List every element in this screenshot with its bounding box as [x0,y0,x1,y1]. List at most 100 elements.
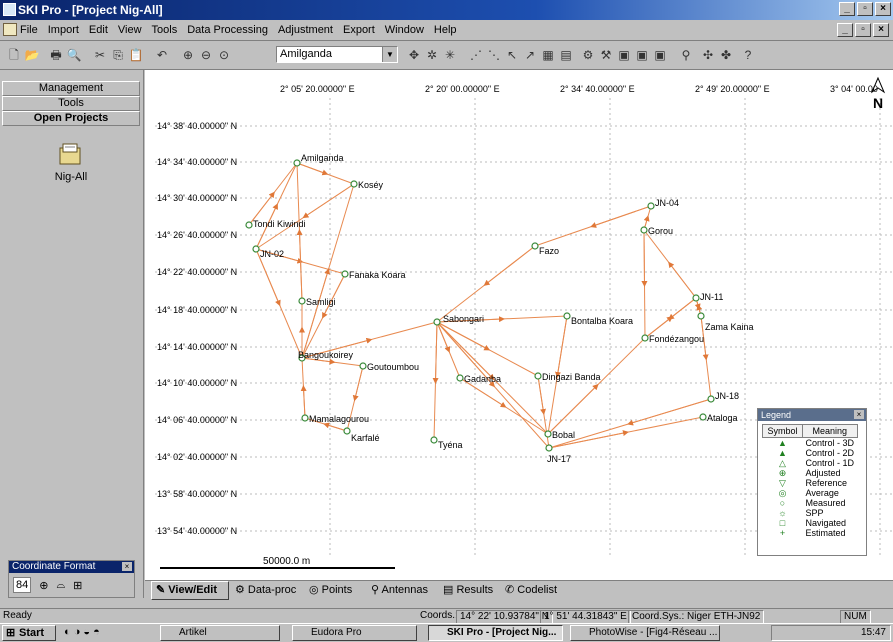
survey-point-marker[interactable] [343,427,351,435]
survey-point-marker[interactable] [647,202,655,210]
menu-adjustment[interactable]: Adjustment [278,24,333,36]
satellite-sky-icon[interactable]: ✳ [442,47,458,63]
survey-point-marker[interactable] [359,362,367,370]
task-photowise[interactable]: PhotoWise - [Fig4-Réseau ... [570,625,720,641]
survey-point-marker[interactable] [563,312,571,320]
print-preview-icon[interactable]: 🔍 [66,47,82,63]
close-icon[interactable]: × [854,410,864,419]
tab-results[interactable]: ▤ Results [439,583,493,598]
cut-icon[interactable]: ✂ [92,47,108,63]
menu-help[interactable]: Help [434,24,457,36]
vector-icon[interactable]: ↖ [504,47,520,63]
management-button[interactable]: Management [2,81,140,96]
survey-point-marker[interactable] [252,245,260,253]
survey-point-marker[interactable] [697,312,705,320]
view-c-icon[interactable]: ▣ [652,47,668,63]
project-select[interactable]: Amilganda ▼ [276,46,398,63]
menu-export[interactable]: Export [343,24,375,36]
start-button[interactable]: ⊞ Start [2,625,56,641]
survey-point-marker[interactable] [433,318,441,326]
locate-icon[interactable]: ✥ [406,47,422,63]
zoom-window-icon[interactable]: ⊙ [216,47,232,63]
view-b-icon[interactable]: ▣ [634,47,650,63]
close-icon[interactable]: × [122,562,132,571]
new-file-icon[interactable]: 🗋 [6,47,22,63]
survey-point-marker[interactable] [692,294,700,302]
globe-icon[interactable]: ⊕ [39,579,48,592]
quicklaunch-icons[interactable]: ◐ ◑ ◒ ◓ [64,626,100,638]
task-ski-pro[interactable]: SKI Pro - [Project Nig... [428,625,563,641]
grid-icon[interactable]: ▦ [540,47,556,63]
zoom-in-icon[interactable]: ⊕ [180,47,196,63]
task-eudora[interactable]: Eudora Pro [292,625,417,641]
edit-vector-icon[interactable]: ↗ [522,47,538,63]
tab-codelist[interactable]: ✆ Codelist [501,583,557,598]
coordinate-format-selected[interactable]: 84 [13,577,32,593]
antenna-icon[interactable]: ⚲ [678,47,694,63]
tab-view-edit[interactable]: ✎ View/Edit [151,581,229,600]
survey-point-marker[interactable] [430,436,438,444]
menu-data-processing[interactable]: Data Processing [187,24,268,36]
survey-point-label: Fondézangou [649,334,704,344]
help-pointer-icon[interactable]: ? [740,47,756,63]
survey-point-marker[interactable] [707,395,715,403]
project-label[interactable]: Nig-All [40,171,102,183]
menu-window[interactable]: Window [385,24,424,36]
copy-icon[interactable]: ⎘ [110,47,126,63]
project-folder-icon[interactable] [56,142,86,168]
tab-antennas[interactable]: ⚲ Antennas [367,583,428,598]
survey-point-marker[interactable] [341,270,349,278]
clock: 15:47 [860,627,886,638]
survey-point-marker[interactable] [293,159,301,167]
tab-points[interactable]: ◎ Points [305,583,352,598]
survey-point-marker[interactable] [545,444,553,452]
tool-a-icon[interactable]: ✣ [700,47,716,63]
tool-b-icon[interactable]: ✤ [718,47,734,63]
maximize-button[interactable]: ▫ [857,2,873,16]
survey-point-marker[interactable] [544,430,552,438]
survey-point-marker[interactable] [534,372,542,380]
tools-button[interactable]: Tools [2,96,140,111]
doc-minimize-button[interactable]: _ [837,23,853,37]
menu-view[interactable]: View [118,24,142,36]
baseline-icon[interactable]: ⋰ [468,47,484,63]
menu-edit[interactable]: Edit [89,24,108,36]
menu-import[interactable]: Import [48,24,79,36]
survey-point-marker[interactable] [301,414,309,422]
close-button[interactable]: × [875,2,891,16]
local-grid-icon[interactable]: ⊞ [73,579,82,592]
survey-point-marker[interactable] [699,413,707,421]
survey-point-marker[interactable] [641,334,649,342]
undo-icon[interactable]: ↶ [154,47,170,63]
table-icon[interactable]: ▤ [558,47,574,63]
projection-icon[interactable]: ⌓ [56,579,65,592]
open-folder-icon[interactable]: 📂 [24,47,40,63]
satellite-icon[interactable]: ✲ [424,47,440,63]
open-projects-button[interactable]: Open Projects [2,111,140,126]
doc-close-button[interactable]: × [873,23,889,37]
survey-point-marker[interactable] [456,374,464,382]
latitude-label: 14° 22' 40.00000" N [157,267,237,277]
view-a-icon[interactable]: ▣ [616,47,632,63]
paste-icon[interactable]: 📋 [128,47,144,63]
map-view[interactable]: 2° 05' 20.00000" E 2° 20' 00.00000" E 2° 3… [145,70,893,580]
menu-tools[interactable]: Tools [152,24,178,36]
survey-point-marker[interactable] [350,180,358,188]
compute-icon[interactable]: ⚒ [598,47,614,63]
doc-restore-button[interactable]: ▫ [855,23,871,37]
survey-point-marker[interactable] [298,297,306,305]
document-icon[interactable] [3,23,17,36]
minimize-button[interactable]: _ [839,2,855,16]
survey-point-marker[interactable] [245,221,253,229]
zoom-out-icon[interactable]: ⊖ [198,47,214,63]
network-icon[interactable]: ⋱ [486,47,502,63]
survey-point-marker[interactable] [640,226,648,234]
menu-file[interactable]: File [20,24,38,36]
chevron-down-icon[interactable]: ▼ [382,47,397,62]
process-icon[interactable]: ⚙ [580,47,596,63]
legend-title: Legend [761,410,792,420]
task-artikel[interactable]: Artikel [160,625,280,641]
tab-data-proc[interactable]: ⚙ Data-proc [231,583,296,598]
print-icon[interactable]: 🖶 [48,47,64,63]
survey-point-marker[interactable] [531,242,539,250]
